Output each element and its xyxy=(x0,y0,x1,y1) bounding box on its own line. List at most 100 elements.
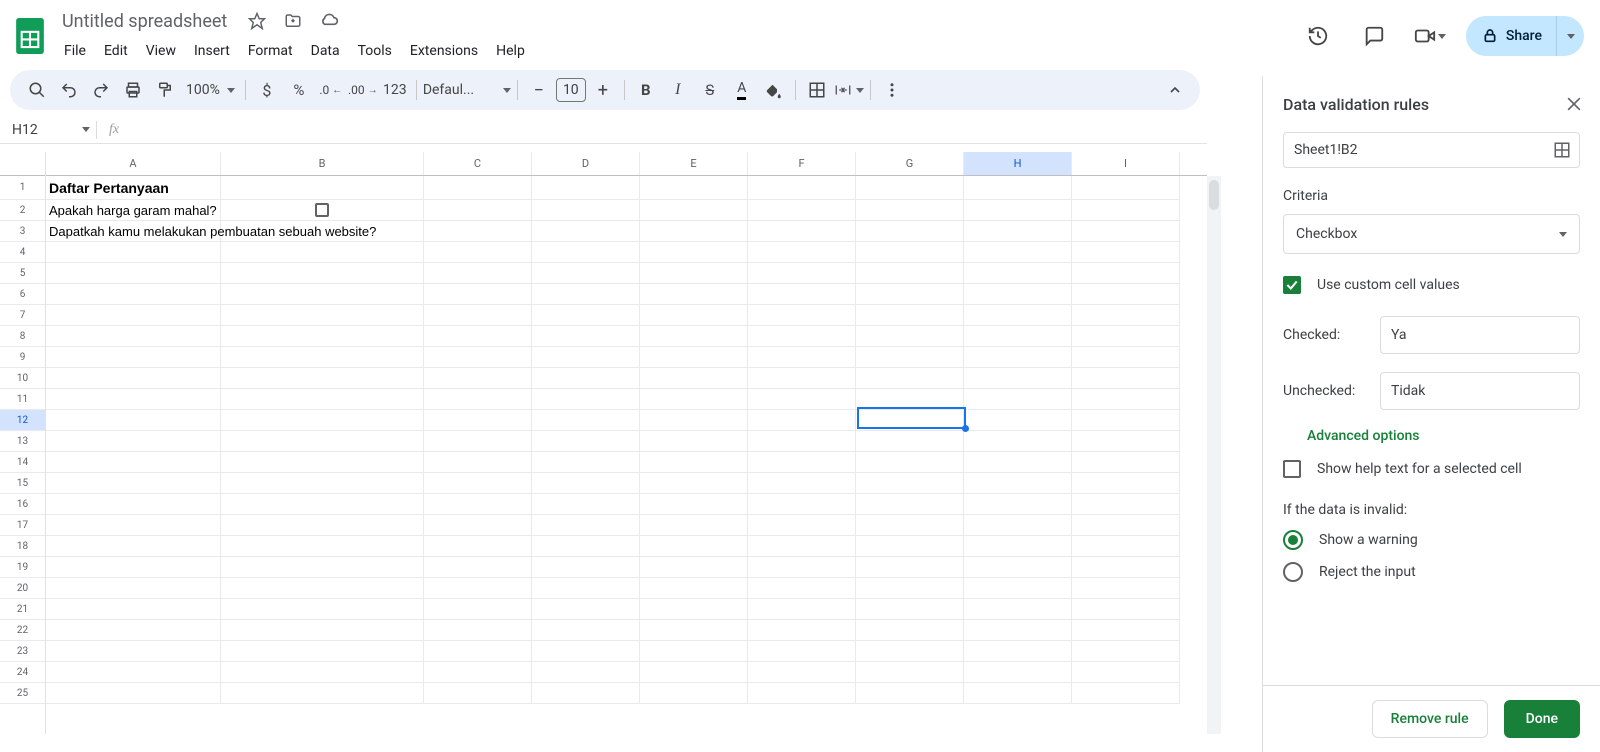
cell[interactable] xyxy=(856,494,964,515)
grid-picker-icon[interactable] xyxy=(1553,141,1571,159)
row-header[interactable]: 11 xyxy=(0,389,45,410)
cell[interactable] xyxy=(424,620,532,641)
col-header-F[interactable]: F xyxy=(748,152,856,175)
cell[interactable] xyxy=(532,326,640,347)
cell[interactable] xyxy=(46,284,221,305)
cell[interactable] xyxy=(640,536,748,557)
cell[interactable] xyxy=(964,176,1072,200)
menu-data[interactable]: Data xyxy=(303,39,348,63)
cell[interactable] xyxy=(221,221,424,242)
remove-rule-button[interactable]: Remove rule xyxy=(1372,700,1488,738)
cell[interactable] xyxy=(46,305,221,326)
cell[interactable] xyxy=(532,452,640,473)
cell[interactable] xyxy=(640,368,748,389)
criteria-dropdown[interactable]: Checkbox xyxy=(1283,214,1580,254)
cell[interactable] xyxy=(1072,536,1180,557)
row-header[interactable]: 21 xyxy=(0,599,45,620)
row-header[interactable]: 19 xyxy=(0,557,45,578)
cell[interactable] xyxy=(221,662,424,683)
cell[interactable] xyxy=(856,389,964,410)
cell[interactable] xyxy=(964,683,1072,704)
cell[interactable] xyxy=(640,410,748,431)
cell[interactable] xyxy=(424,410,532,431)
cell[interactable] xyxy=(640,176,748,200)
cell[interactable] xyxy=(748,347,856,368)
cell[interactable] xyxy=(532,641,640,662)
row-header[interactable]: 6 xyxy=(0,284,45,305)
cell[interactable] xyxy=(748,641,856,662)
cell[interactable] xyxy=(46,683,221,704)
menu-insert[interactable]: Insert xyxy=(186,39,238,63)
cell[interactable] xyxy=(856,578,964,599)
row-header[interactable]: 8 xyxy=(0,326,45,347)
cell[interactable] xyxy=(532,431,640,452)
cell[interactable] xyxy=(856,473,964,494)
collapse-toolbar-icon[interactable] xyxy=(1160,76,1190,104)
decrease-decimal-icon[interactable]: .0 ← xyxy=(316,76,346,104)
cell[interactable] xyxy=(532,410,640,431)
cell[interactable] xyxy=(748,452,856,473)
cell[interactable] xyxy=(221,599,424,620)
row-header[interactable]: 2 xyxy=(0,200,45,221)
cell[interactable] xyxy=(1072,368,1180,389)
cell[interactable] xyxy=(46,347,221,368)
cell[interactable] xyxy=(532,200,640,221)
row-header[interactable]: 3 xyxy=(0,221,45,242)
cell[interactable] xyxy=(1072,557,1180,578)
cell[interactable] xyxy=(46,515,221,536)
increase-decimal-icon[interactable]: .00 → xyxy=(348,76,378,104)
cell[interactable] xyxy=(1072,200,1180,221)
cell[interactable] xyxy=(964,620,1072,641)
share-button[interactable]: Share xyxy=(1466,16,1556,56)
cell[interactable] xyxy=(1072,494,1180,515)
cell[interactable] xyxy=(640,452,748,473)
cell[interactable] xyxy=(748,410,856,431)
cell[interactable] xyxy=(46,263,221,284)
cell[interactable] xyxy=(856,368,964,389)
cell[interactable] xyxy=(1072,242,1180,263)
row-header[interactable]: 25 xyxy=(0,683,45,704)
cell[interactable] xyxy=(424,284,532,305)
cell[interactable] xyxy=(1072,305,1180,326)
cell[interactable] xyxy=(1072,284,1180,305)
row-header[interactable]: 12 xyxy=(0,410,45,431)
cell[interactable] xyxy=(748,389,856,410)
menu-tools[interactable]: Tools xyxy=(350,39,400,63)
cell[interactable] xyxy=(424,263,532,284)
cell[interactable]: Dapatkah kamu melakukan pembuatan sebuah… xyxy=(46,221,221,242)
cell[interactable] xyxy=(1072,641,1180,662)
cell[interactable] xyxy=(748,200,856,221)
row-header[interactable]: 22 xyxy=(0,620,45,641)
cell[interactable] xyxy=(1072,515,1180,536)
cell[interactable] xyxy=(532,284,640,305)
cell[interactable] xyxy=(856,263,964,284)
text-color-icon[interactable]: A xyxy=(727,76,757,104)
cell[interactable] xyxy=(424,431,532,452)
cell[interactable] xyxy=(532,536,640,557)
fill-handle[interactable] xyxy=(962,425,969,432)
cell[interactable] xyxy=(424,389,532,410)
cell[interactable] xyxy=(964,452,1072,473)
cell[interactable] xyxy=(46,326,221,347)
font-size-input[interactable]: 10 xyxy=(556,78,586,102)
cell[interactable] xyxy=(856,284,964,305)
name-box[interactable]: H12 xyxy=(0,122,90,138)
borders-icon[interactable] xyxy=(802,76,832,104)
cell[interactable] xyxy=(964,326,1072,347)
cell[interactable]: Daftar Pertanyaan xyxy=(46,176,221,200)
cell[interactable] xyxy=(640,578,748,599)
cell[interactable] xyxy=(424,578,532,599)
cell[interactable] xyxy=(640,494,748,515)
cell[interactable] xyxy=(964,410,1072,431)
row-header[interactable]: 17 xyxy=(0,515,45,536)
cell[interactable] xyxy=(1072,431,1180,452)
cell[interactable] xyxy=(640,263,748,284)
cell[interactable] xyxy=(221,431,424,452)
cell[interactable] xyxy=(856,641,964,662)
cell[interactable] xyxy=(748,620,856,641)
unchecked-value-input[interactable] xyxy=(1380,372,1580,410)
radio-show-warning[interactable] xyxy=(1283,530,1303,550)
cell[interactable] xyxy=(532,494,640,515)
col-header-I[interactable]: I xyxy=(1072,152,1180,175)
cell[interactable] xyxy=(856,557,964,578)
